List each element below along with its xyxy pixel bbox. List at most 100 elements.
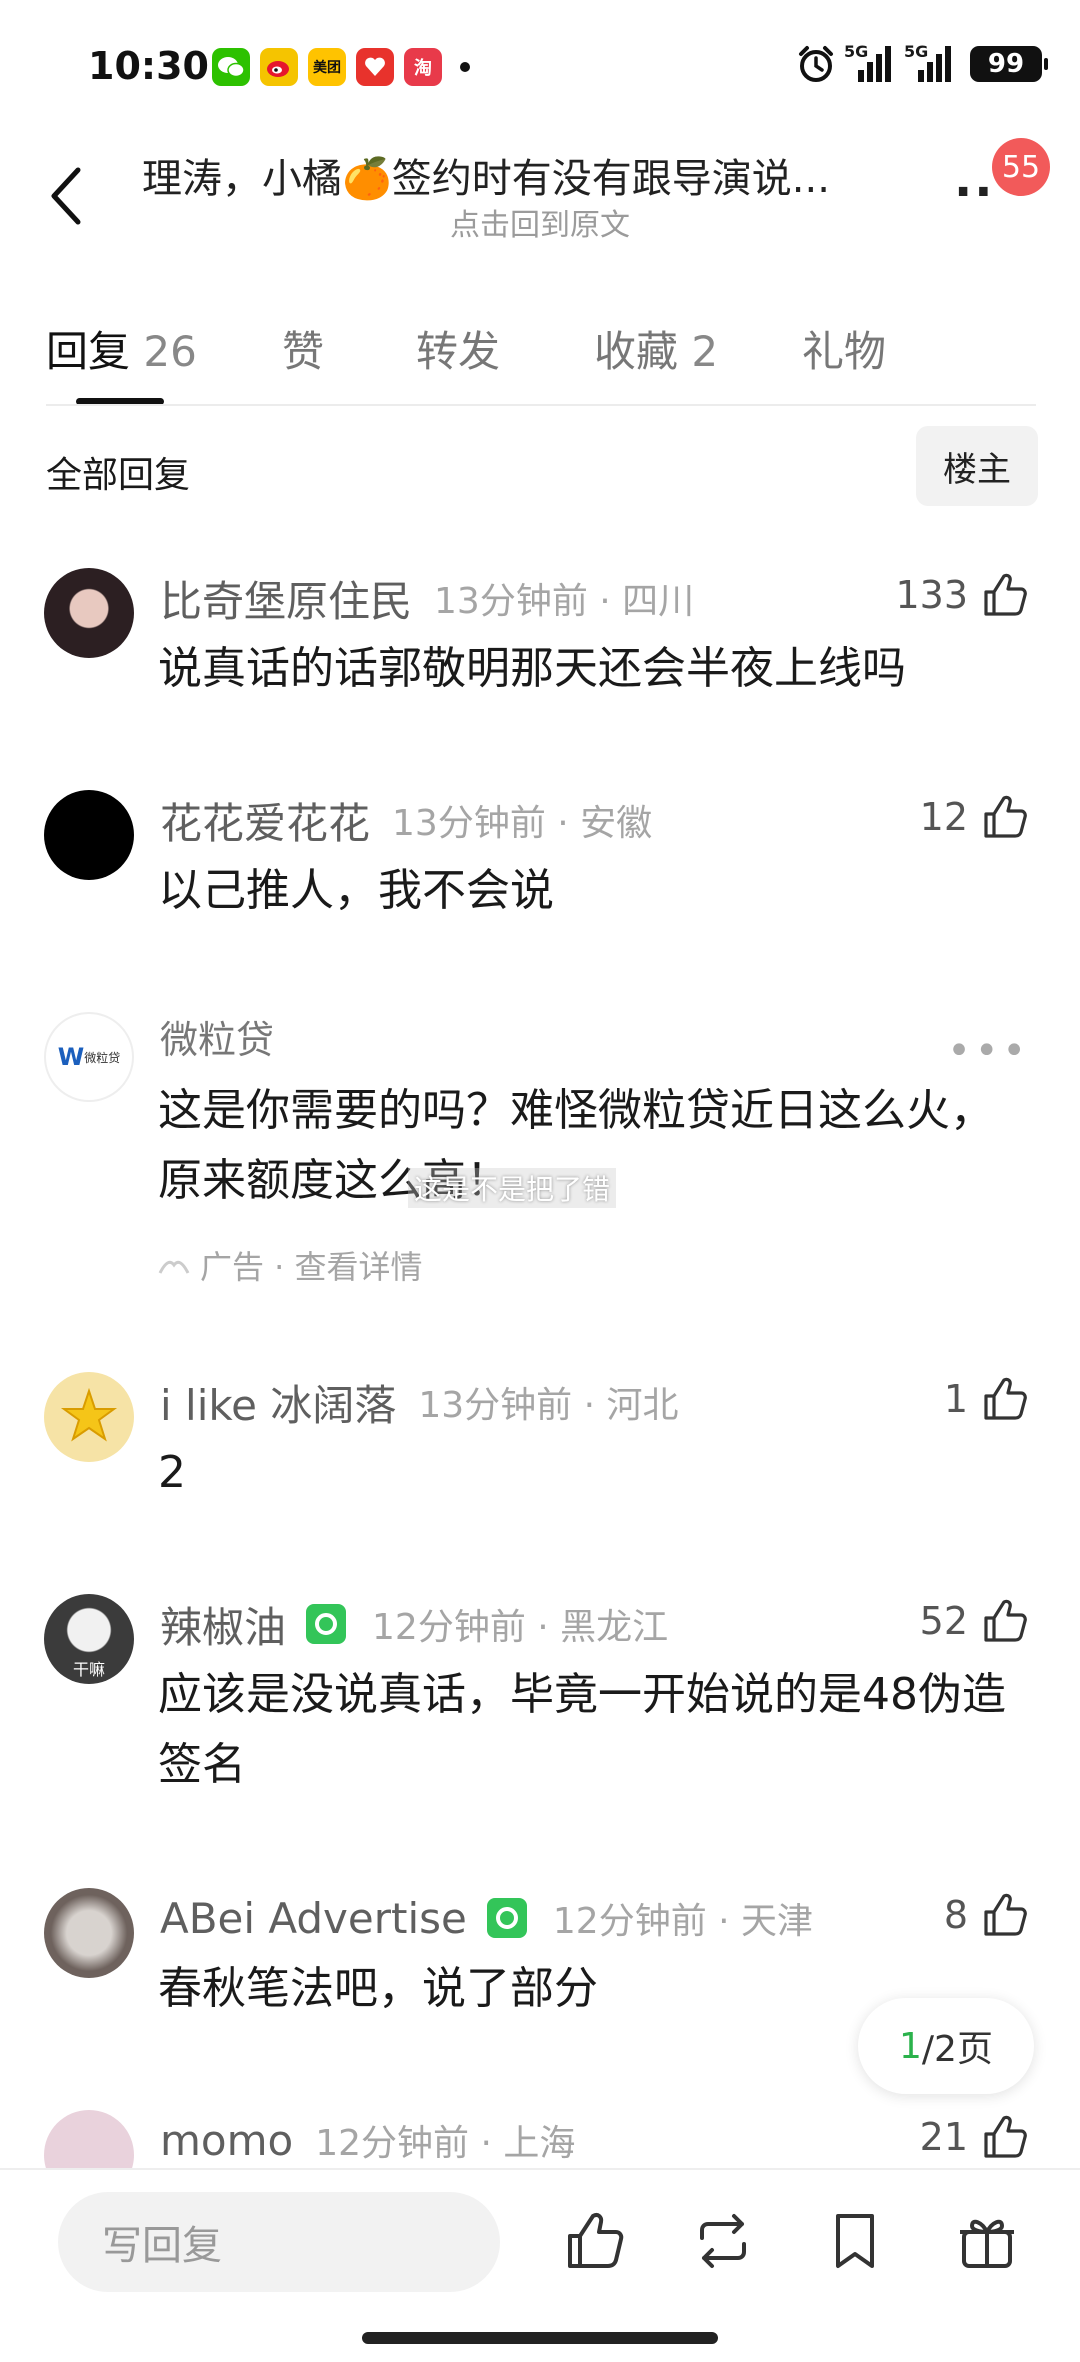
verified-badge-icon [486, 1898, 527, 1938]
thumbs-up-icon[interactable] [980, 1374, 1030, 1424]
comment-meta: 13分钟前 · 安徽 [392, 803, 653, 844]
tab-label: 收藏 [594, 327, 679, 376]
post-title[interactable]: 理涛，小橘🍊签约时有没有跟导演说... [142, 146, 912, 204]
avatar[interactable] [44, 2110, 134, 2168]
like-control[interactable]: 12 [920, 792, 1030, 842]
tab-gifts[interactable]: 礼物 [802, 318, 886, 379]
star-character-icon [60, 1387, 118, 1442]
notification-app-icons: 美团 淘 [212, 48, 470, 86]
thumbs-up-icon[interactable] [980, 1890, 1030, 1940]
total-pages: /2页 [921, 2029, 993, 2070]
like-control[interactable]: 21 [920, 2112, 1030, 2162]
comment-meta: 12分钟前 · 上海 [315, 2123, 576, 2164]
thumbs-up-icon[interactable] [980, 2112, 1030, 2162]
comment-meta: 12分钟前 · 黑龙江 [372, 1607, 669, 1648]
avatar[interactable] [44, 1372, 134, 1462]
ad-author[interactable]: 微粒贷 [160, 1009, 274, 1064]
back-to-original-link[interactable]: 点击回到原文 [0, 200, 1080, 244]
status-bar: 10:30 美团 淘 5G 5G 99 [0, 0, 1080, 130]
taobao-icon: 淘 [404, 48, 442, 86]
ad-mark-icon [158, 1260, 190, 1274]
tab-replies[interactable]: 回复 26 [46, 318, 197, 379]
thumbs-up-icon[interactable] [980, 570, 1030, 620]
watermark-overlay: 这是不是把了错 [408, 1168, 617, 1208]
ad-meta[interactable]: 广告 · 查看详情 [158, 1242, 423, 1288]
like-post-icon[interactable] [562, 2208, 628, 2274]
signal-strength-2-icon: 5G [904, 42, 956, 82]
bottom-action-bar: 写回复 [0, 2168, 1080, 2362]
network-type-label: 5G [844, 42, 869, 61]
comment-text: 说真话的话郭敬明那天还会半夜上线吗 [158, 643, 906, 694]
tab-count: 26 [143, 327, 197, 376]
reply-input[interactable]: 写回复 [58, 2192, 500, 2292]
repost-icon[interactable] [690, 2208, 756, 2274]
comment-author[interactable]: i like 冰阔落 [160, 1372, 396, 1433]
comment-meta: 13分钟前 · 河北 [418, 1385, 679, 1426]
comment-author[interactable]: 比奇堡原住民 [160, 568, 412, 629]
thumbs-up-icon[interactable] [980, 792, 1030, 842]
avatar[interactable] [44, 568, 134, 658]
signal-strength-1-icon: 5G [844, 42, 896, 82]
more-options-icon[interactable]: ·· [954, 164, 994, 220]
tab-label: 赞 [282, 327, 325, 376]
page-header: 理涛，小橘🍊签约时有没有跟导演说... 点击回到原文 ·· 55 [0, 130, 1080, 260]
filter-all-replies[interactable]: 全部回复 [46, 446, 190, 498]
wechat-icon [212, 48, 250, 86]
ad-more-icon[interactable]: ••• [947, 1028, 1030, 1074]
comment-author[interactable]: ABei Advertise [160, 1894, 467, 1943]
like-count: 12 [919, 795, 968, 839]
ad-meta-text[interactable]: 广告 · 查看详情 [200, 1242, 423, 1288]
comment-meta: 12分钟前 · 天津 [552, 1901, 814, 1942]
shopping-app-icon [356, 48, 394, 86]
verified-badge-icon [306, 1604, 347, 1644]
tab-label: 转发 [416, 327, 501, 376]
tab-label: 回复 [46, 327, 131, 376]
comment-item[interactable]: 比奇堡原住民 13分钟前 · 四川 133 说真话的话郭敬明那天还会半夜上线吗 [0, 568, 1080, 718]
comment-author[interactable]: 花花爱花花 [160, 790, 370, 851]
comment-item[interactable]: momo 12分钟前 · 上海 21 [0, 2110, 1080, 2168]
tab-bar: 回复 26 赞 转发 收藏 2 礼物 [46, 308, 1036, 408]
ad-item[interactable]: W 微粒贷 微粒贷 ••• 这是你需要的吗？难怪微粒贷近日这么火，原来额度这么高！… [0, 1012, 1080, 1312]
like-control[interactable]: 133 [895, 570, 1030, 620]
thumbs-up-icon[interactable] [980, 1596, 1030, 1646]
alarm-icon [799, 46, 833, 82]
network-type-label: 5G [904, 42, 929, 61]
comment-text: 应该是没说真话，毕竟一开始说的是48伪造签名 [158, 1669, 1006, 1790]
avatar-caption: 干嘛 [72, 1660, 105, 1679]
avatar[interactable] [44, 1888, 134, 1978]
comment-item[interactable]: 干嘛 辣椒油 12分钟前 · 黑龙江 52 应该是没说真话，毕竟一开始说的是48… [0, 1594, 1080, 1814]
pagination-indicator[interactable]: 1/2页 [858, 1998, 1034, 2094]
comment-meta: 13分钟前 · 四川 [434, 581, 695, 622]
like-count: 8 [943, 1893, 968, 1937]
avatar[interactable]: 干嘛 [44, 1594, 134, 1684]
tab-favorites[interactable]: 收藏 2 [594, 318, 718, 379]
status-right: 5G 5G 99 [796, 42, 1048, 84]
owner-only-button[interactable]: 楼主 [916, 426, 1038, 506]
avatar[interactable] [44, 790, 134, 880]
comment-author[interactable]: 辣椒油 [160, 1594, 286, 1655]
tab-likes[interactable]: 赞 [282, 318, 324, 379]
weibo-icon [260, 48, 298, 86]
notification-badge[interactable]: 55 [992, 138, 1050, 196]
like-control[interactable]: 52 [920, 1596, 1030, 1646]
like-control[interactable]: 8 [944, 1890, 1030, 1940]
comment-author[interactable]: momo [160, 2116, 293, 2165]
bookmark-icon[interactable] [822, 2208, 888, 2274]
tab-count: 2 [691, 327, 719, 376]
comment-text: 2 [158, 1447, 186, 1498]
tabs-divider [46, 404, 1036, 406]
like-control[interactable]: 1 [944, 1374, 1030, 1424]
comment-text: 以己推人，我不会说 [158, 865, 554, 916]
status-time: 10:30 [88, 44, 209, 88]
gift-icon[interactable] [954, 2208, 1020, 2274]
comment-item[interactable]: i like 冰阔落 13分钟前 · 河北 1 2 [0, 1372, 1080, 1522]
tab-label: 礼物 [802, 327, 887, 376]
like-count: 133 [895, 573, 968, 617]
like-count: 21 [919, 2115, 968, 2159]
comment-item[interactable]: 花花爱花花 13分钟前 · 安徽 12 以己推人，我不会说 [0, 790, 1080, 940]
like-count: 52 [919, 1599, 968, 1643]
ad-avatar-text: 微粒贷 [84, 1050, 121, 1065]
ad-avatar[interactable]: W 微粒贷 [44, 1012, 134, 1102]
tab-reposts[interactable]: 转发 [416, 318, 500, 379]
home-indicator[interactable] [362, 2332, 718, 2344]
